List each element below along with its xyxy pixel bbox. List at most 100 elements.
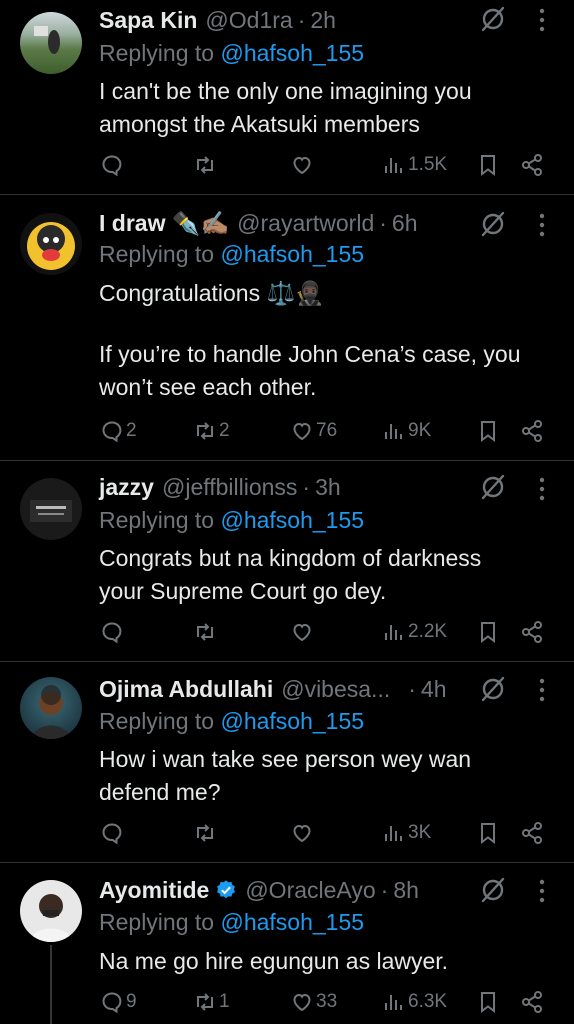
views-button[interactable]: 1.5K <box>382 150 447 180</box>
like-button[interactable] <box>290 818 316 848</box>
views-icon <box>385 424 402 439</box>
avatar[interactable] <box>20 478 82 540</box>
timestamp[interactable]: 4h <box>421 676 447 703</box>
text-line: How i wan take see person wey wan <box>99 746 472 772</box>
display-name[interactable]: Sapa Kin <box>99 7 197 34</box>
share-button[interactable] <box>520 416 544 446</box>
reply-button[interactable] <box>100 150 126 180</box>
repost-button[interactable] <box>193 818 219 848</box>
reply-button[interactable] <box>100 617 126 647</box>
reply-icon <box>102 992 122 1014</box>
heart-icon <box>293 623 311 642</box>
tweet-text: I can't be the only one imagining you am… <box>99 75 554 141</box>
tweet[interactable]: Sapa Kin @Od1ra · 2h Replying to @hafsoh… <box>0 0 574 195</box>
heart-icon <box>293 422 311 441</box>
bookmark-button[interactable] <box>476 818 500 848</box>
user-handle[interactable]: @Od1ra <box>205 7 292 34</box>
repost-button[interactable] <box>193 617 219 647</box>
grok-icon[interactable] <box>479 876 507 904</box>
repost-button[interactable]: 1 <box>193 987 230 1017</box>
share-button[interactable] <box>520 150 544 180</box>
more-icon[interactable] <box>532 676 552 704</box>
grok-icon[interactable] <box>479 5 507 33</box>
replying-to-label: Replying to <box>99 708 215 734</box>
tweet[interactable]: jazzy @jeffbillionss · 3h Replying to @h… <box>0 461 574 662</box>
reply-button[interactable]: 9 <box>100 987 137 1017</box>
user-handle[interactable]: @rayartworld <box>237 210 374 237</box>
like-button[interactable]: 33 <box>290 987 337 1017</box>
mention-link[interactable]: @hafsoh_155 <box>220 40 364 66</box>
bookmark-button[interactable] <box>476 416 500 446</box>
share-icon <box>522 822 542 844</box>
mention-link[interactable]: @hafsoh_155 <box>220 507 364 533</box>
user-handle[interactable]: @jeffbillionss <box>162 474 297 501</box>
tweet[interactable]: Ayomitide @OracleAyo · 8h Replying to @h… <box>0 863 574 1024</box>
reply-button[interactable] <box>100 818 126 848</box>
display-name[interactable]: Ojima Abdullahi <box>99 676 273 703</box>
more-icon[interactable] <box>532 877 552 905</box>
share-icon <box>522 621 542 643</box>
mention-link[interactable]: @hafsoh_155 <box>220 241 364 267</box>
timestamp[interactable]: 2h <box>310 7 336 34</box>
repost-button[interactable]: 2 <box>193 416 230 446</box>
views-icon <box>385 995 402 1010</box>
tweet-text: How i wan take see person wey wan defend… <box>99 743 554 809</box>
views-button[interactable]: 3K <box>382 818 431 848</box>
more-icon[interactable] <box>532 6 552 34</box>
grok-icon[interactable] <box>479 675 507 703</box>
views-button[interactable]: 2.2K <box>382 617 447 647</box>
user-handle[interactable]: @vibesa... <box>281 676 390 703</box>
tweet[interactable]: I draw ✒️✍🏽 @rayartworld · 6h Replying t… <box>0 195 574 461</box>
reply-button[interactable]: 2 <box>100 416 137 446</box>
like-button[interactable] <box>290 617 316 647</box>
grok-icon[interactable] <box>479 473 507 501</box>
share-button[interactable] <box>520 818 544 848</box>
share-button[interactable] <box>520 987 544 1017</box>
display-name[interactable]: jazzy <box>99 474 154 501</box>
like-button[interactable] <box>290 150 316 180</box>
display-name[interactable]: Ayomitide <box>99 877 209 904</box>
views-button[interactable]: 9K <box>382 416 431 446</box>
share-icon <box>522 154 542 176</box>
views-count: 9K <box>408 420 432 441</box>
reply-count: 2 <box>126 420 137 441</box>
user-handle[interactable]: @OracleAyo <box>245 877 375 904</box>
repost-button[interactable] <box>193 150 219 180</box>
replying-to: Replying to @hafsoh_155 <box>99 507 364 534</box>
timestamp[interactable]: 3h <box>315 474 341 501</box>
bookmark-button[interactable] <box>476 617 500 647</box>
timestamp[interactable]: 6h <box>392 210 418 237</box>
more-icon[interactable] <box>532 211 552 239</box>
text-line <box>99 310 554 338</box>
repost-icon <box>197 156 213 174</box>
like-count: 76 <box>316 420 338 441</box>
text-line: your Supreme Court go dey. <box>99 578 387 604</box>
heart-icon <box>293 993 311 1012</box>
text-line: Congratulations ⚖️🥷🏿 <box>99 280 324 306</box>
views-count: 6.3K <box>408 991 448 1012</box>
timestamp[interactable]: 8h <box>393 877 419 904</box>
tweet-text: Congrats but na kingdom of darkness your… <box>99 542 554 608</box>
avatar[interactable] <box>20 12 82 74</box>
reply-icon <box>102 421 122 443</box>
mention-link[interactable]: @hafsoh_155 <box>220 708 364 734</box>
share-button[interactable] <box>520 617 544 647</box>
views-button[interactable]: 6.3K <box>382 987 447 1017</box>
bookmark-button[interactable] <box>476 987 500 1017</box>
more-icon[interactable] <box>532 475 552 503</box>
replying-to: Replying to @hafsoh_155 <box>99 708 364 735</box>
like-button[interactable]: 76 <box>290 416 337 446</box>
replying-to-label: Replying to <box>99 507 215 533</box>
action-bar: 9 1 33 6.3K <box>100 987 546 1017</box>
tweet[interactable]: Ojima Abdullahi @vibesa... · 4h Replying… <box>0 662 574 863</box>
display-name[interactable]: I draw ✒️✍🏽 <box>99 210 229 237</box>
avatar[interactable] <box>20 677 82 739</box>
avatar[interactable] <box>20 213 82 275</box>
reply-icon <box>102 622 122 644</box>
bookmark-button[interactable] <box>476 150 500 180</box>
mention-link[interactable]: @hafsoh_155 <box>220 909 364 935</box>
grok-icon[interactable] <box>479 210 507 238</box>
avatar[interactable] <box>20 880 82 942</box>
heart-icon <box>293 824 311 843</box>
action-bar: 3K <box>100 818 546 848</box>
